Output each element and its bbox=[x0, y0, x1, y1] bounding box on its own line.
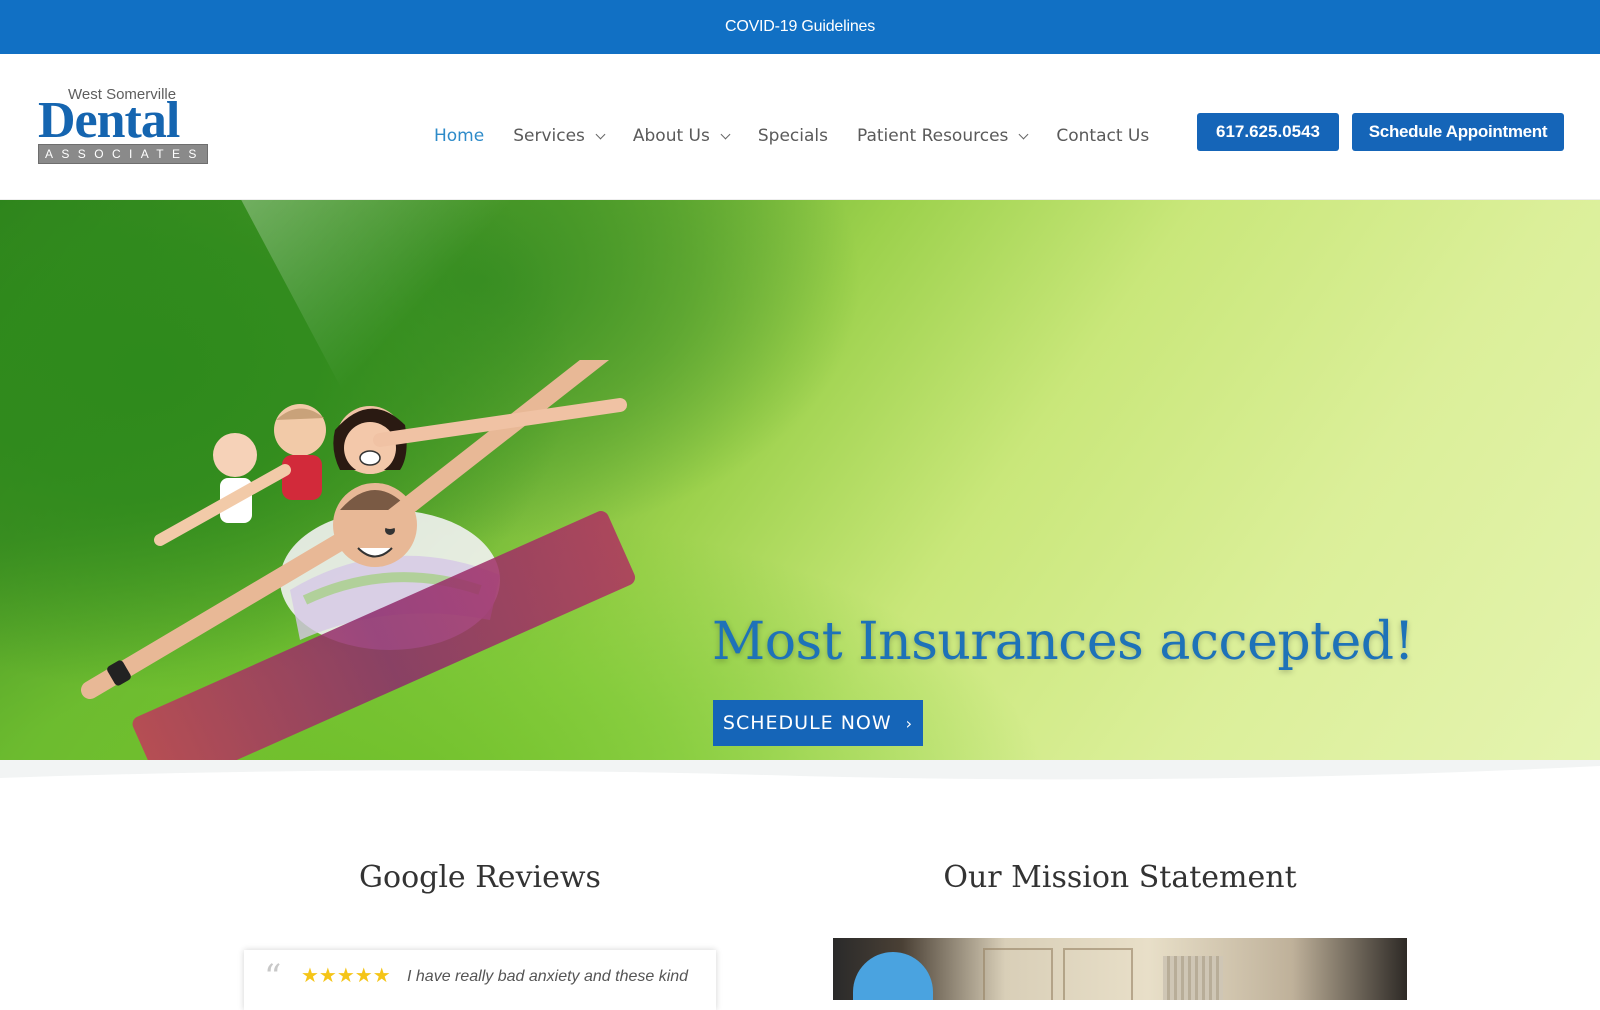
nav-item-services[interactable]: Services bbox=[513, 126, 606, 146]
nav-item-contact-us[interactable]: Contact Us bbox=[1056, 126, 1149, 146]
nav-item-specials[interactable]: Specials bbox=[758, 126, 828, 146]
hero-title: Most Insurances accepted! bbox=[712, 612, 1415, 672]
covid-guidelines-link[interactable]: COVID-19 Guidelines bbox=[725, 18, 875, 36]
google-reviews-title: Google Reviews bbox=[359, 860, 601, 895]
glove-image bbox=[853, 952, 933, 1000]
wall-vent-image bbox=[1163, 956, 1223, 1000]
nav-item-label: Home bbox=[434, 126, 485, 146]
main-nav: Home Services About Us Specials Patient … bbox=[434, 120, 1178, 152]
mission-photo bbox=[833, 938, 1407, 1000]
nav-item-label: Services bbox=[513, 126, 585, 146]
nav-item-home[interactable]: Home bbox=[434, 126, 484, 146]
schedule-appointment-button[interactable]: Schedule Appointment bbox=[1352, 113, 1564, 151]
covid-banner: COVID-19 Guidelines bbox=[0, 0, 1600, 54]
nav-item-about-us[interactable]: About Us bbox=[632, 126, 731, 146]
section-divider-wave bbox=[0, 760, 1600, 780]
review-card: “ ★★★★★ I have really bad anxiety and th… bbox=[244, 950, 716, 1010]
site-logo[interactable]: West Somerville Dental ASSOCIATES bbox=[38, 86, 210, 168]
phone-button[interactable]: 617.625.0543 bbox=[1197, 113, 1339, 151]
nav-item-label: Contact Us bbox=[1056, 126, 1150, 146]
hero-slider: Most Insurances accepted! SCHEDULE NOW › bbox=[0, 200, 1600, 762]
quote-icon: “ bbox=[264, 957, 282, 997]
nav-item-label: About Us bbox=[632, 126, 710, 146]
chevron-right-icon: › bbox=[905, 713, 914, 733]
cabinet-drawer-image bbox=[1063, 948, 1133, 1000]
chevron-down-icon bbox=[720, 129, 731, 139]
chevron-down-icon bbox=[1018, 129, 1029, 139]
cabinet-drawer-image bbox=[983, 948, 1053, 1000]
schedule-now-button[interactable]: SCHEDULE NOW › bbox=[713, 700, 923, 746]
schedule-now-label: SCHEDULE NOW bbox=[722, 712, 892, 734]
nav-item-label: Patient Resources bbox=[856, 126, 1009, 146]
chevron-down-icon bbox=[595, 129, 606, 139]
review-text: I have really bad anxiety and these kind bbox=[407, 968, 689, 985]
nav-item-label: Specials bbox=[757, 126, 828, 146]
logo-line-3: ASSOCIATES bbox=[38, 144, 208, 164]
star-rating-icon: ★★★★★ bbox=[301, 963, 391, 987]
mission-statement-title: Our Mission Statement bbox=[943, 860, 1297, 895]
site-header: West Somerville Dental ASSOCIATES Home S… bbox=[0, 54, 1600, 200]
nav-item-patient-resources[interactable]: Patient Resources bbox=[856, 126, 1029, 146]
logo-line-2: Dental bbox=[38, 92, 180, 149]
